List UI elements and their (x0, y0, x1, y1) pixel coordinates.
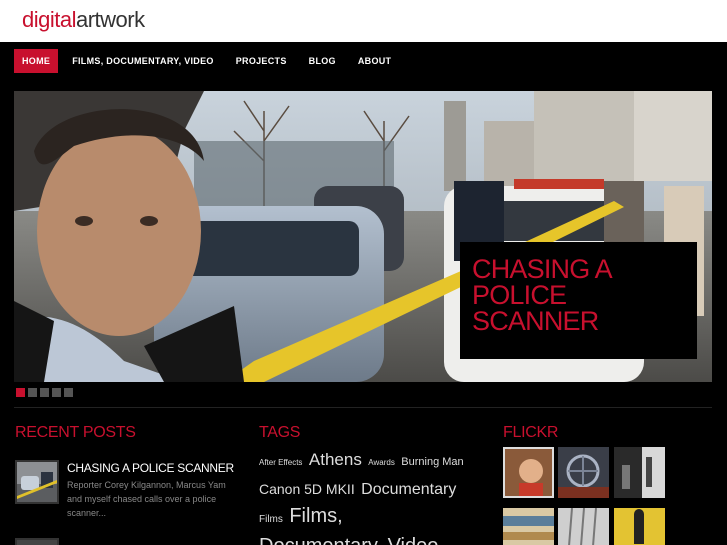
caption-line-1: CHASING A (472, 254, 613, 284)
featured-slider[interactable]: CHASING A POLICE SCANNER (14, 91, 712, 382)
tag-link[interactable]: Films (259, 514, 283, 525)
flickr-photo[interactable] (503, 508, 554, 545)
flickr-photo[interactable] (614, 508, 665, 545)
slide-caption[interactable]: CHASING A POLICE SCANNER (460, 242, 697, 359)
tag-cloud: After Effects Athens Awards Burning Man … (259, 447, 469, 545)
site-logo[interactable]: digitalartwork (22, 7, 145, 33)
slider-dot-1[interactable] (16, 388, 25, 397)
nav-about[interactable]: ABOUT (350, 49, 400, 73)
tag-link[interactable]: Films, Documentary, Video (259, 505, 438, 545)
tag-link[interactable]: Awards (368, 458, 395, 467)
post-title[interactable]: CHASING A POLICE SCANNER (67, 461, 237, 475)
nav-blog[interactable]: BLOG (301, 49, 344, 73)
slider-pagination (16, 388, 76, 397)
slider-dot-3[interactable] (40, 388, 49, 397)
tag-link[interactable]: Athens (309, 450, 362, 469)
recent-posts-heading: RECENT POSTS (15, 424, 136, 441)
section-divider (14, 407, 712, 408)
flickr-photo[interactable] (558, 447, 609, 498)
flickr-photo[interactable] (503, 447, 554, 498)
caption-line-2: POLICE (472, 280, 567, 310)
header-bar: digitalartwork (0, 0, 727, 42)
nav-films-documentary-video[interactable]: FILMS, DOCUMENTARY, VIDEO (64, 49, 222, 73)
post-excerpt: Reporter Corey Kilgannon, Marcus Yam and… (67, 480, 226, 518)
slider-dot-4[interactable] (52, 388, 61, 397)
post-thumbnail[interactable] (15, 460, 59, 504)
logo-text-artwork: artwork (75, 7, 145, 32)
nav-projects[interactable]: PROJECTS (228, 49, 295, 73)
post-thumbnail[interactable] (15, 538, 59, 545)
main-nav: HOME FILMS, DOCUMENTARY, VIDEO PROJECTS … (14, 49, 405, 73)
flickr-photo[interactable] (558, 508, 609, 545)
tags-heading: TAGS (259, 424, 301, 441)
slider-dot-5[interactable] (64, 388, 73, 397)
tag-link[interactable]: Documentary (361, 481, 456, 498)
tag-link[interactable]: Burning Man (401, 456, 463, 468)
caption-line-3: SCANNER (472, 306, 599, 336)
flickr-heading: FLICKR (503, 424, 559, 441)
flickr-photo[interactable] (614, 447, 665, 498)
nav-home[interactable]: HOME (14, 49, 59, 73)
slider-dot-2[interactable] (28, 388, 37, 397)
tag-link[interactable]: After Effects (259, 458, 302, 467)
logo-text-digital: digital (22, 7, 76, 32)
tag-link[interactable]: Canon 5D MKII (259, 481, 355, 497)
